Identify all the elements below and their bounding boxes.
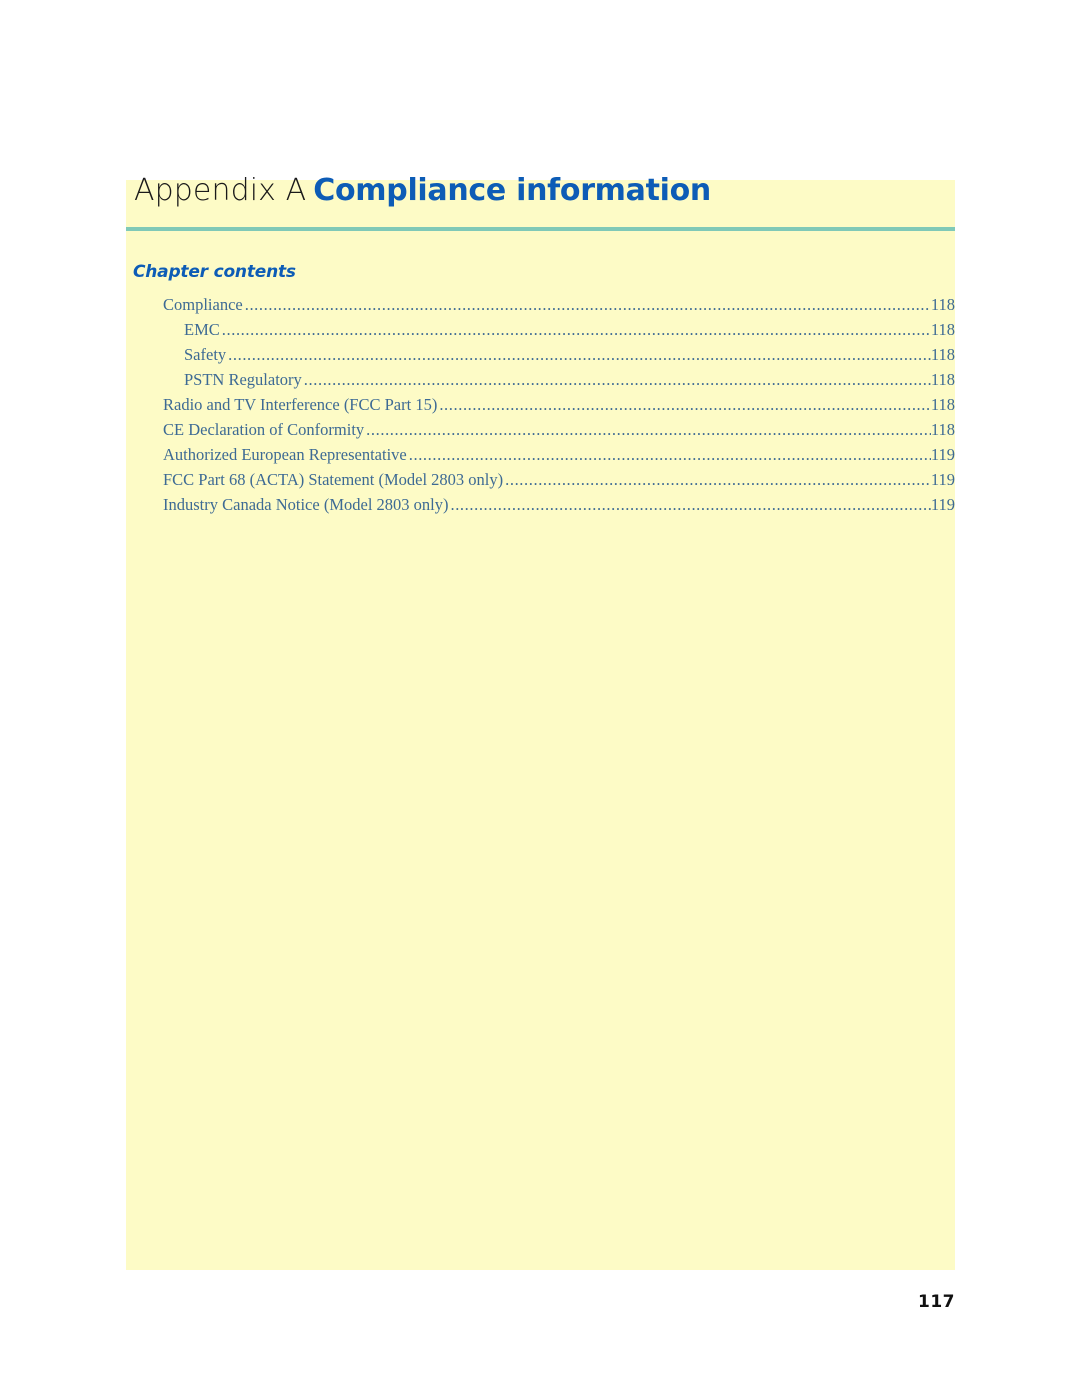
toc-entry-page-number: 118 bbox=[930, 420, 955, 439]
toc-entry-page-number: 118 bbox=[930, 320, 955, 339]
toc-entry-label: CE Declaration of Conformity bbox=[163, 420, 365, 439]
toc-entry-page-number: 119 bbox=[930, 495, 955, 514]
toc-entry-label: Radio and TV Interference (FCC Part 15) bbox=[163, 395, 438, 414]
toc-dot-leader: ........................................… bbox=[366, 420, 931, 439]
toc-entry[interactable]: CE Declaration of Conformity............… bbox=[126, 417, 955, 442]
toc-entry[interactable]: PSTN Regulatory.........................… bbox=[126, 367, 955, 392]
title-divider-rule bbox=[126, 227, 955, 231]
toc-entry-label: Authorized European Representative bbox=[163, 445, 407, 464]
toc-entry-page-number: 118 bbox=[930, 370, 955, 389]
toc-entry-page-number: 119 bbox=[930, 470, 955, 489]
toc-dot-leader: ........................................… bbox=[408, 445, 931, 464]
toc-entry-page-number: 118 bbox=[930, 395, 955, 414]
toc-entry[interactable]: Radio and TV Interference (FCC Part 15).… bbox=[126, 392, 955, 417]
toc-entry-label: Safety bbox=[184, 345, 227, 364]
toc-entry-label: PSTN Regulatory bbox=[184, 370, 302, 389]
toc-entry-label: FCC Part 68 (ACTA) Statement (Model 2803… bbox=[163, 470, 504, 489]
toc-entry-page-number: 118 bbox=[930, 295, 955, 314]
toc-entry-label: Industry Canada Notice (Model 2803 only) bbox=[163, 495, 449, 514]
toc-dot-leader: ........................................… bbox=[450, 495, 930, 514]
toc-entry-label: EMC bbox=[184, 320, 220, 339]
page-number: 117 bbox=[918, 1292, 955, 1312]
toc-dot-leader: ........................................… bbox=[303, 370, 931, 389]
toc-dot-leader: ........................................… bbox=[244, 295, 931, 314]
toc-dot-leader: ........................................… bbox=[221, 320, 931, 339]
toc-entry[interactable]: Compliance..............................… bbox=[126, 292, 955, 317]
document-page: { "page": { "background_color": "#ffffff… bbox=[0, 0, 1080, 1397]
toc-entry[interactable]: EMC.....................................… bbox=[126, 317, 955, 342]
toc-entry[interactable]: Authorized European Representative......… bbox=[126, 442, 955, 467]
toc-entry[interactable]: Safety..................................… bbox=[126, 342, 955, 367]
toc-dot-leader: ........................................… bbox=[505, 470, 931, 489]
toc-entry[interactable]: FCC Part 68 (ACTA) Statement (Model 2803… bbox=[126, 467, 955, 492]
page-content-panel: Appendix A Compliance information Chapter… bbox=[126, 176, 955, 1270]
toc-entry-label: Compliance bbox=[163, 295, 243, 314]
toc-entry-page-number: 119 bbox=[930, 445, 955, 464]
toc-entry[interactable]: Industry Canada Notice (Model 2803 only)… bbox=[126, 492, 955, 517]
table-of-contents: Compliance..............................… bbox=[126, 292, 955, 517]
toc-dot-leader: ........................................… bbox=[439, 395, 931, 414]
appendix-label: Appendix A bbox=[134, 173, 307, 208]
page-title: Appendix A Compliance information bbox=[134, 176, 711, 206]
toc-dot-leader: ........................................… bbox=[228, 345, 931, 364]
chapter-contents-heading: Chapter contents bbox=[133, 262, 296, 282]
toc-entry-page-number: 118 bbox=[930, 345, 955, 364]
appendix-name: Compliance information bbox=[313, 173, 711, 208]
